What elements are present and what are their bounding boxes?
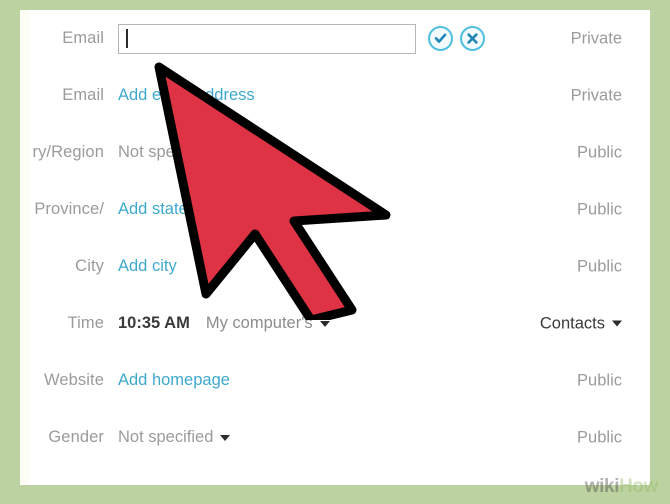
form-row-gender: Gender Not specified Public (20, 409, 650, 466)
form-row-state-province: /Province Add state/province Public (20, 181, 650, 238)
close-circle-icon[interactable] (460, 26, 485, 51)
add-homepage-link[interactable]: Add homepage (118, 371, 230, 390)
screenshot-root: Email Private Email Add email address Pr… (0, 0, 670, 504)
edit-actions (428, 26, 485, 51)
field-label: ry/Region (32, 143, 104, 161)
add-state-province-link[interactable]: Add state/province (118, 200, 255, 219)
field-value: Not specified (118, 143, 650, 162)
country-region-value[interactable]: Not specified (118, 143, 213, 162)
privacy-dropdown[interactable]: Contacts (540, 314, 622, 333)
chevron-down-icon (319, 320, 330, 327)
field-value: Add homepage (118, 371, 650, 390)
watermark-wiki: wiki (584, 476, 620, 497)
timezone-dropdown[interactable]: My computer's (206, 314, 330, 333)
profile-form: Email Private Email Add email address Pr… (20, 10, 650, 466)
form-row-city: City Add city Public (20, 238, 650, 295)
email-input[interactable] (118, 23, 416, 54)
profile-details-panel: Email Private Email Add email address Pr… (20, 10, 650, 485)
field-value: Not specified (118, 428, 650, 447)
timezone-dropdown-label: My computer's (205, 314, 313, 332)
form-row-email-link: Email Add email address Private (20, 67, 650, 124)
privacy-label[interactable]: Public (577, 371, 622, 390)
field-value: Add city (118, 257, 650, 276)
check-circle-icon[interactable] (428, 26, 453, 51)
form-row-website: Website Add homepage Public (20, 352, 650, 409)
gender-dropdown[interactable]: Not specified (118, 428, 231, 447)
privacy-label: Contacts (539, 314, 605, 332)
field-label: Email (62, 29, 104, 47)
text-caret (126, 29, 128, 48)
chevron-down-icon (612, 320, 622, 327)
field-label: Time (67, 314, 104, 332)
chevron-down-icon (220, 434, 231, 441)
privacy-label[interactable]: Private (571, 29, 622, 48)
current-time-value: 10:35 AM (118, 314, 190, 332)
field-label: /Province (34, 200, 104, 218)
add-email-address-link[interactable]: Add email address (118, 86, 255, 105)
privacy-label[interactable]: Public (577, 257, 622, 276)
watermark-how: How (619, 476, 658, 497)
add-city-link[interactable]: Add city (118, 257, 177, 276)
form-row-email-input: Email Private (20, 10, 650, 67)
field-label: Gender (48, 428, 104, 446)
privacy-label[interactable]: Public (577, 143, 622, 162)
field-label: Website (43, 371, 104, 389)
privacy-label[interactable]: Public (577, 428, 622, 447)
privacy-label[interactable]: Private (571, 86, 622, 105)
gender-dropdown-label: Not specified (118, 428, 214, 446)
form-row-time: Time 10:35 AM My computer's Contacts (20, 295, 650, 352)
wikihow-watermark: wikiHow (584, 476, 659, 498)
field-label: City (75, 257, 104, 275)
field-label: Email (62, 86, 104, 104)
privacy-label[interactable]: Public (577, 200, 622, 219)
field-value: Add state/province (118, 200, 650, 219)
form-row-country-region: ry/Region Not specified Public (20, 124, 650, 181)
